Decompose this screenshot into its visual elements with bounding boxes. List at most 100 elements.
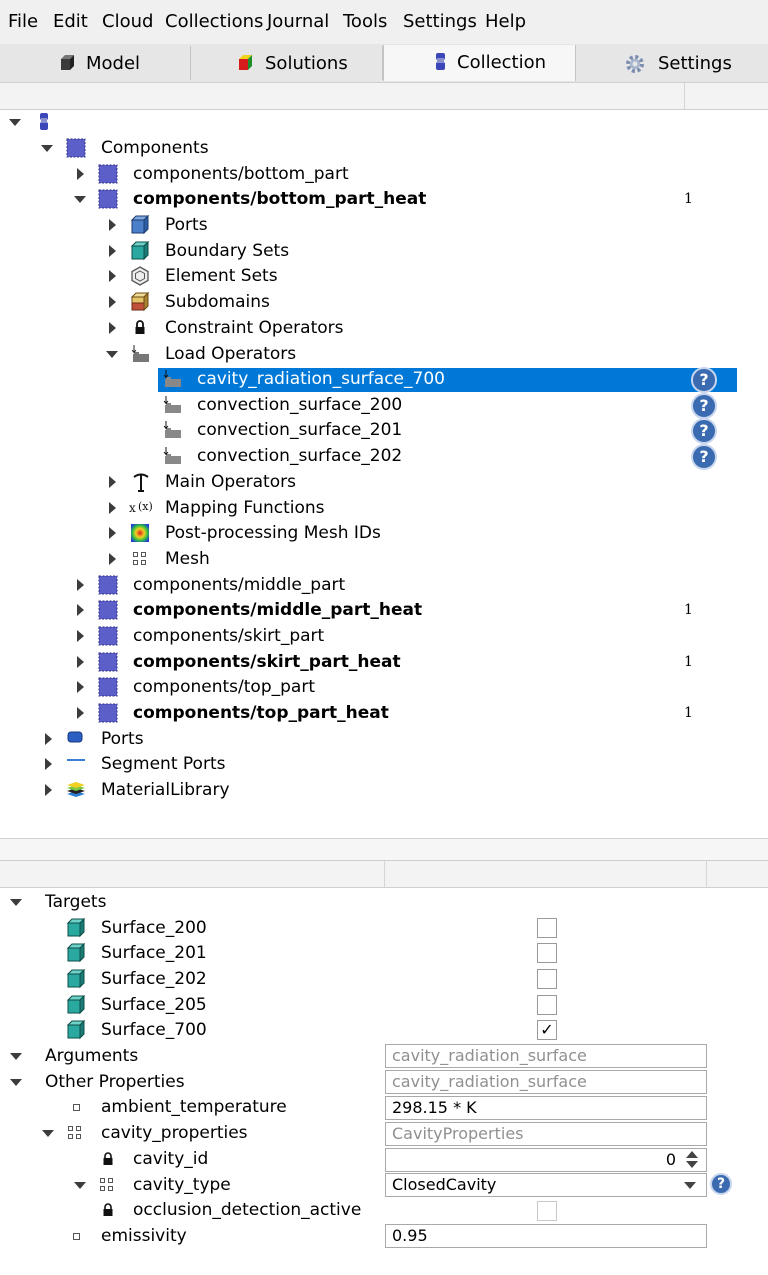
chevron-right-icon[interactable] xyxy=(45,733,52,745)
tree-item-load-2[interactable]: convection_surface_201 ? xyxy=(0,418,768,444)
chevron-right-icon[interactable] xyxy=(109,527,116,539)
tree-item-material-library[interactable]: MaterialLibrary xyxy=(0,778,768,803)
tree-item-ports[interactable]: Ports xyxy=(0,213,768,238)
prop-surface-200: Surface_200 xyxy=(0,916,768,941)
menu-bar: File Edit Cloud Collections Journal Tool… xyxy=(0,0,768,44)
target-checkbox[interactable] xyxy=(537,918,557,938)
tree-item-middle-part-heat[interactable]: components/middle_part_heat 1 xyxy=(0,598,768,623)
chevron-down-icon[interactable] xyxy=(10,1079,22,1086)
chevron-right-icon[interactable] xyxy=(109,245,116,257)
chevron-right-icon[interactable] xyxy=(77,656,84,668)
tree-item-element-sets[interactable]: Element Sets xyxy=(0,264,768,289)
tree-item-mapping-functions[interactable]: x (x) Mapping Functions xyxy=(0,496,768,521)
tree-item-postprocessing-mesh-ids[interactable]: Post-processing Mesh IDs xyxy=(0,521,768,546)
chevron-right-icon[interactable] xyxy=(45,758,52,770)
tree-root[interactable] xyxy=(0,110,768,135)
chevron-down-icon[interactable] xyxy=(9,119,21,126)
tree-item-boundary-sets[interactable]: Boundary Sets xyxy=(0,239,768,264)
tree-item-top-part-heat[interactable]: components/top_part_heat 1 xyxy=(0,701,768,726)
spin-up-icon[interactable] xyxy=(686,1151,698,1158)
chevron-right-icon[interactable] xyxy=(77,707,84,719)
prop-targets[interactable]: Targets xyxy=(0,890,768,915)
tree-item-bottom-part-heat[interactable]: components/bottom_part_heat 1 xyxy=(0,187,768,212)
chevron-right-icon[interactable] xyxy=(45,784,52,796)
target-checkbox[interactable] xyxy=(537,943,557,963)
chevron-right-icon[interactable] xyxy=(109,322,116,334)
chevron-down-icon[interactable] xyxy=(42,1130,54,1137)
chevron-down-icon[interactable] xyxy=(10,1053,22,1060)
cavity-id-spinbox[interactable]: 0 xyxy=(385,1148,707,1172)
emissivity-input[interactable]: 0.95 xyxy=(385,1224,707,1248)
menu-journal[interactable]: Journal xyxy=(267,11,329,32)
menu-tools[interactable]: Tools xyxy=(343,11,387,32)
chevron-right-icon[interactable] xyxy=(109,476,116,488)
prop-arguments[interactable]: Arguments cavity_radiation_surface xyxy=(0,1044,768,1069)
tree-item-root-ports[interactable]: Ports xyxy=(0,727,768,752)
tree-item-bottom-part[interactable]: components/bottom_part xyxy=(0,162,768,187)
tree-item-mesh[interactable]: Mesh xyxy=(0,547,768,572)
tree-item-load-1[interactable]: convection_surface_200 ? xyxy=(0,393,768,419)
help-icon[interactable]: ? xyxy=(691,367,717,393)
tab-model[interactable]: Model xyxy=(0,46,191,80)
help-icon[interactable]: ? xyxy=(691,444,717,470)
menu-edit[interactable]: Edit xyxy=(53,11,88,32)
prop-label: cavity_properties xyxy=(101,1123,248,1143)
tree-item-skirt-part-heat[interactable]: components/skirt_part_heat 1 xyxy=(0,650,768,675)
prop-other-properties[interactable]: Other Properties cavity_radiation_surfac… xyxy=(0,1070,768,1095)
gear-icon xyxy=(626,55,644,73)
help-icon[interactable]: ? xyxy=(691,393,717,419)
menu-collections[interactable]: Collections xyxy=(165,11,263,32)
help-icon[interactable]: ? xyxy=(710,1173,732,1195)
panel-splitter[interactable] xyxy=(0,838,768,861)
tree-item-constraint-operators[interactable]: Constraint Operators xyxy=(0,316,768,341)
tab-solutions[interactable]: Solutions xyxy=(191,46,383,80)
menu-file[interactable]: File xyxy=(8,11,38,32)
tree-item-load-0[interactable]: cavity_radiation_surface_700 ? xyxy=(0,367,768,393)
surface-icon xyxy=(66,943,86,963)
chevron-right-icon[interactable] xyxy=(109,270,116,282)
prop-surface-201: Surface_201 xyxy=(0,941,768,966)
spin-down-icon[interactable] xyxy=(686,1161,698,1168)
chevron-down-icon[interactable] xyxy=(41,145,53,152)
chevron-down-icon[interactable] xyxy=(74,1182,86,1189)
help-icon[interactable]: ? xyxy=(691,418,717,444)
tree-label: components/top_part xyxy=(133,677,315,697)
menu-help[interactable]: Help xyxy=(485,11,526,32)
chevron-down-icon[interactable] xyxy=(74,196,86,203)
cavity-type-select[interactable]: ClosedCavity xyxy=(385,1173,707,1197)
chevron-right-icon[interactable] xyxy=(109,502,116,514)
prop-cavity-properties[interactable]: cavity_properties CavityProperties xyxy=(0,1121,768,1146)
prop-cavity-type[interactable]: cavity_type ClosedCavity ? xyxy=(0,1173,768,1198)
chevron-right-icon[interactable] xyxy=(77,579,84,591)
chevron-right-icon[interactable] xyxy=(109,219,116,231)
tree-item-middle-part[interactable]: components/middle_part xyxy=(0,573,768,598)
menu-cloud[interactable]: Cloud xyxy=(102,11,153,32)
chevron-right-icon[interactable] xyxy=(77,630,84,642)
target-checkbox-checked[interactable]: ✓ xyxy=(537,1020,557,1040)
tree-label: components/skirt_part_heat xyxy=(133,652,401,672)
chevron-right-icon[interactable] xyxy=(109,296,116,308)
chevron-right-icon[interactable] xyxy=(77,604,84,616)
ambient-temperature-input[interactable]: 298.15 * K xyxy=(385,1096,707,1120)
tree-item-skirt-part[interactable]: components/skirt_part xyxy=(0,624,768,649)
chevron-down-icon[interactable] xyxy=(10,899,22,906)
chevron-right-icon[interactable] xyxy=(77,168,84,180)
tree-item-load-3[interactable]: convection_surface_202 ? xyxy=(0,444,768,470)
dropdown-arrow-icon[interactable] xyxy=(684,1182,696,1189)
chevron-right-icon[interactable] xyxy=(109,553,116,565)
tree-item-subdomains[interactable]: Subdomains xyxy=(0,290,768,315)
chevron-down-icon[interactable] xyxy=(106,351,118,358)
tree-item-components[interactable]: Components xyxy=(0,136,768,161)
chevron-right-icon[interactable] xyxy=(77,681,84,693)
menu-settings[interactable]: Settings xyxy=(403,11,477,32)
tree-label: Subdomains xyxy=(165,292,270,312)
tab-settings[interactable]: Settings xyxy=(576,46,768,80)
target-checkbox[interactable] xyxy=(537,995,557,1015)
tree-item-load-operators[interactable]: Load Operators xyxy=(0,342,768,367)
target-checkbox[interactable] xyxy=(537,969,557,989)
tree-item-segment-ports[interactable]: Segment Ports xyxy=(0,752,768,777)
tab-collection[interactable]: Collection xyxy=(383,45,576,81)
tree-item-top-part[interactable]: components/top_part xyxy=(0,675,768,700)
tree-item-main-operators[interactable]: Main Operators xyxy=(0,470,768,495)
component-icon xyxy=(98,677,118,697)
